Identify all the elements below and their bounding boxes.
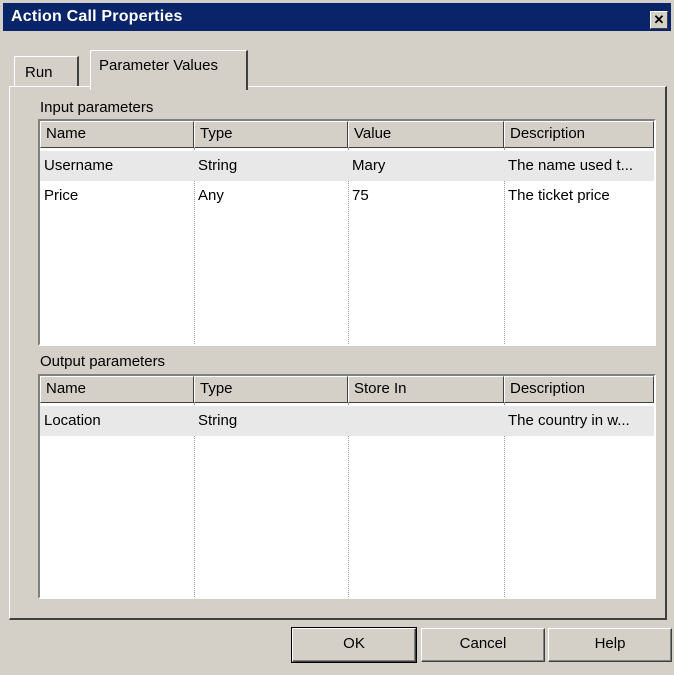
title-bar[interactable]: Action Call Properties (3, 3, 671, 31)
parameter-values-panel: Input parameters Name Type Value Descrip… (9, 86, 667, 620)
cell-description: The ticket price (508, 187, 610, 204)
cell-store-in[interactable] (348, 406, 504, 436)
cell-description: The country in w... (508, 412, 630, 429)
cell-type: String (198, 412, 238, 429)
input-col-name[interactable]: Name (40, 121, 194, 148)
tab-run[interactable]: Run (14, 56, 79, 86)
cell-type: String (198, 157, 238, 174)
input-col-value[interactable]: Value (348, 121, 504, 148)
cell-name: Price (44, 187, 79, 204)
cancel-button[interactable]: Cancel (421, 628, 545, 662)
output-parameters-label: Output parameters (40, 353, 166, 370)
close-icon: ✕ (653, 12, 665, 27)
output-col-type[interactable]: Type (194, 376, 348, 403)
cell-name: Username (44, 157, 114, 174)
input-parameters-list[interactable]: Name Type Value Description Username Str… (38, 119, 656, 346)
input-col-description[interactable]: Description (504, 121, 654, 148)
tab-run-label: Run (25, 64, 53, 81)
input-header-row: Name Type Value Description (40, 121, 654, 148)
tab-parameter-values-label: Parameter Values (99, 57, 218, 74)
input-parameters-label: Input parameters (40, 99, 154, 116)
tab-parameter-values[interactable]: Parameter Values (90, 50, 248, 90)
output-col-name[interactable]: Name (40, 376, 194, 403)
table-row[interactable]: Username String Mary The name used t... (40, 151, 654, 181)
output-col-store-in[interactable]: Store In (348, 376, 504, 403)
close-button[interactable]: ✕ (650, 11, 668, 29)
output-col-description[interactable]: Description (504, 376, 654, 403)
cell-value[interactable]: 75 (348, 181, 504, 211)
table-row[interactable]: Location String The country in w... (40, 406, 654, 436)
cell-description: The name used t... (508, 157, 634, 174)
window-title: Action Call Properties (11, 8, 183, 25)
cell-name: Location (44, 412, 101, 429)
help-button[interactable]: Help (548, 628, 672, 662)
cell-value[interactable]: Mary (348, 151, 504, 181)
action-call-properties-dialog: Action Call Properties ✕ Run Parameter V… (0, 0, 674, 675)
output-header-row: Name Type Store In Description (40, 376, 654, 403)
ok-button[interactable]: OK (291, 627, 417, 663)
cell-type: Any (198, 187, 224, 204)
input-col-type[interactable]: Type (194, 121, 348, 148)
output-parameters-list[interactable]: Name Type Store In Description Location … (38, 374, 656, 599)
table-row[interactable]: Price Any 75 The ticket price (40, 181, 654, 211)
